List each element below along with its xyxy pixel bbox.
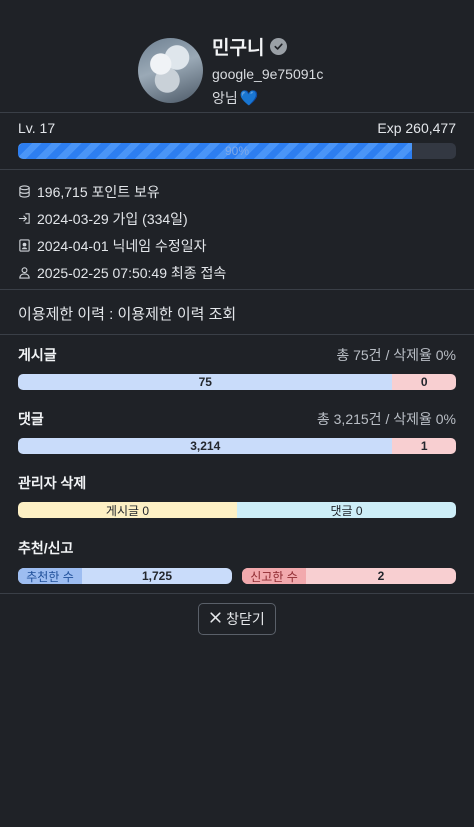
divider [0,593,474,594]
recommend-value: 1,725 [141,569,173,583]
comments-meta: 총 3,215건 / 삭제율 0% [316,411,456,427]
exp-percent: 90% [224,144,250,158]
info-list: 196,715 포인트 보유 2024-03-29 가입 (334일) 2024… [18,178,226,286]
points-info: 196,715 포인트 보유 [18,178,226,205]
admin-deleted-comments: 댓글 0 [237,502,456,518]
check-circle-icon [270,38,288,55]
id-card-icon [18,239,31,252]
posts-meta: 총 75건 / 삭제율 0% [336,347,456,363]
coins-icon [18,185,31,198]
avatar[interactable] [138,38,203,103]
comments-kept-segment: 3,214 [18,438,393,454]
exp-progress-bar: 90% [18,143,456,159]
admin-deleted-posts: 게시글 0 [18,502,237,518]
divider [0,112,474,113]
join-date-text: 2024-03-29 가입 (334일) [37,210,188,227]
points-text: 196,715 포인트 보유 [37,183,160,200]
join-date-info: 2024-03-29 가입 (334일) [18,205,226,232]
nickname-date-text: 2024-04-01 닉네임 수정일자 [37,237,207,254]
divider [0,289,474,290]
restriction-history-link[interactable]: 이용제한 이력 : 이용제한 이력 조회 [18,303,236,324]
divider [0,334,474,335]
posts-kept-segment: 75 [18,374,393,390]
sign-in-icon [18,212,31,225]
posts-bar: 75 0 [18,374,456,390]
close-icon [209,611,222,627]
name-row: 민구니 [212,33,288,60]
report-value: 2 [377,569,385,583]
report-pill: 신고한 수 2 [242,568,456,584]
profile-header: 민구니 google_9e75091c 앙님 💙 [0,0,474,112]
last-login-info: 2025-02-25 07:50:49 최종 접속 [18,259,226,286]
comments-deleted-segment: 1 [392,438,456,454]
profile-userid: google_9e75091c [212,66,324,82]
user-icon [18,266,31,279]
profile-bio: 앙님 💙 [212,88,258,108]
close-button-label: 창닫기 [226,611,265,627]
blue-heart-icon: 💙 [239,90,259,107]
bio-text: 앙님 [212,90,238,106]
last-login-text: 2025-02-25 07:50:49 최종 접속 [37,264,227,281]
admin-delete-title: 관리자 삭제 [18,475,87,491]
votes-section: 추천/신고 [18,538,456,558]
posts-section: 게시글 총 75건 / 삭제율 0% 75 0 [18,345,456,390]
comments-bar: 3,214 1 [18,438,456,454]
recommend-pill: 추천한 수 1,725 [18,568,232,584]
profile-name: 민구니 [212,38,265,59]
report-label: 신고한 수 [242,568,306,584]
level-row: Lv. 17 Exp 260,477 [18,120,456,136]
recommend-label: 추천한 수 [18,568,82,584]
nickname-date-info: 2024-04-01 닉네임 수정일자 [18,232,226,259]
divider [0,169,474,170]
votes-title: 추천/신고 [18,540,74,556]
admin-delete-section: 관리자 삭제 게시글 0 댓글 0 [18,473,456,518]
close-button[interactable]: 창닫기 [198,603,276,635]
comments-title: 댓글 [18,411,44,427]
exp-label: Exp 260,477 [377,120,456,136]
posts-deleted-segment: 0 [392,374,456,390]
comments-section: 댓글 총 3,215건 / 삭제율 0% 3,214 1 [18,409,456,454]
admin-delete-bar: 게시글 0 댓글 0 [18,502,456,518]
level-label: Lv. 17 [18,120,56,136]
posts-title: 게시글 [18,347,57,363]
